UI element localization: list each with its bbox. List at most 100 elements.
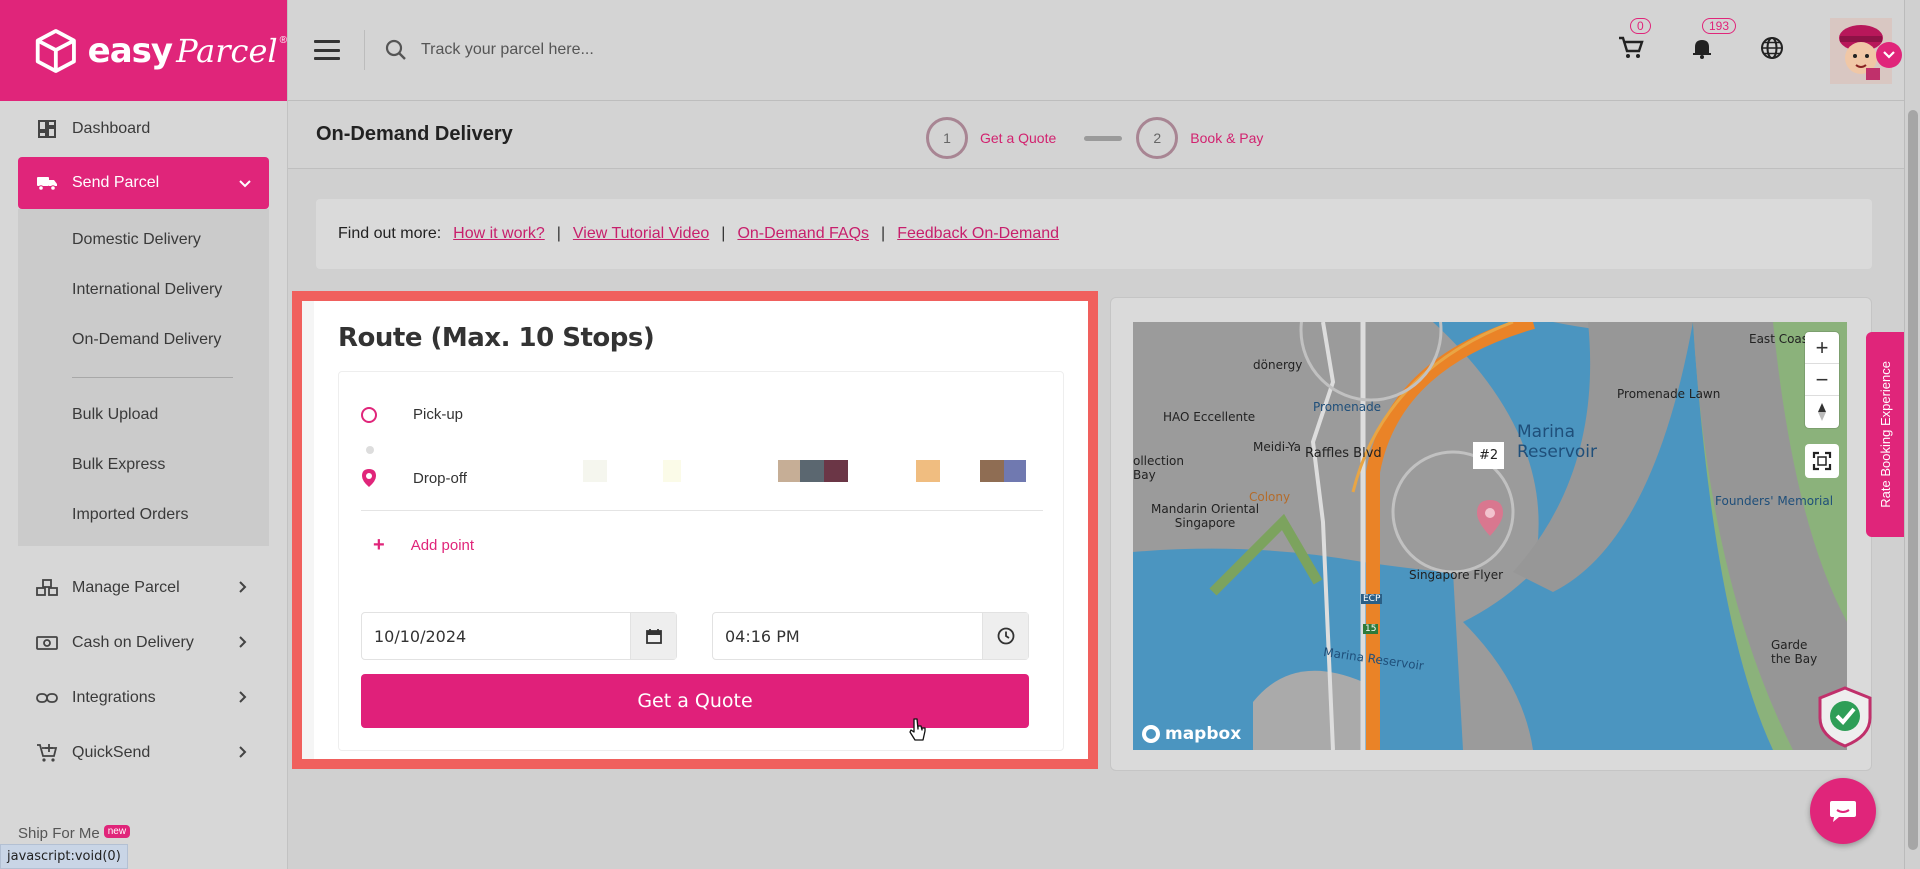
- submenu-item-domestic-delivery[interactable]: Domestic Delivery: [18, 215, 269, 265]
- map-label-donergy: dönergy: [1253, 358, 1303, 372]
- map-destination-pin-icon[interactable]: [1475, 498, 1505, 538]
- sidebar-item-ship-for-me[interactable]: Ship For Me new: [18, 825, 131, 842]
- dropoff-row[interactable]: Drop-off: [361, 468, 467, 488]
- page-scrollbar[interactable]: [1904, 0, 1920, 869]
- cash-icon: [36, 632, 58, 654]
- link-tutorial-video[interactable]: View Tutorial Video: [573, 225, 709, 243]
- globe-icon: [1761, 37, 1783, 59]
- time-input[interactable]: [713, 626, 982, 646]
- scrollbar-thumb[interactable]: [1908, 110, 1918, 850]
- map-zoom-controls: + −: [1805, 332, 1839, 428]
- step-1-label: Get a Quote: [980, 130, 1057, 146]
- send-parcel-submenu: Domestic Delivery International Delivery…: [18, 209, 269, 546]
- route-title: Route (Max. 10 Stops): [338, 323, 655, 353]
- zoom-in-button[interactable]: +: [1805, 332, 1839, 364]
- rate-booking-experience-tab[interactable]: Rate Booking Experience: [1866, 332, 1904, 537]
- fullscreen-button[interactable]: [1805, 444, 1839, 478]
- cart-plus-icon: [36, 742, 58, 764]
- mapbox-attribution[interactable]: mapbox: [1141, 724, 1241, 744]
- cart-icon: [1619, 36, 1644, 58]
- sidebar-item-label: QuickSend: [72, 743, 151, 761]
- map-label-gardens-by-the-bay: Garde the Bay: [1771, 638, 1818, 666]
- date-field[interactable]: [361, 612, 677, 660]
- header-actions: 0 193: [1618, 0, 1904, 101]
- mouse-pointer-icon: [909, 718, 926, 741]
- cube-logo-icon: [35, 28, 76, 73]
- submenu-item-imported-orders[interactable]: Imported Orders: [18, 490, 269, 540]
- route-connector-dot: [366, 446, 374, 454]
- submenu-item-on-demand-delivery[interactable]: On-Demand Delivery: [18, 315, 269, 365]
- sidebar-item-cash-on-delivery[interactable]: Cash on Delivery: [0, 615, 287, 670]
- link-separator: |: [721, 225, 726, 242]
- map-label-founders-memorial: Founders' Memorial: [1715, 494, 1834, 508]
- add-point-button[interactable]: + Add point: [373, 534, 474, 557]
- notifications-button[interactable]: 193: [1690, 18, 1737, 65]
- map-label-collection-bay: ollection Bay: [1133, 454, 1184, 482]
- map-label-marina-reservoir: Marina Reservoir: [1517, 422, 1597, 462]
- sidebar-item-label: Dashboard: [72, 120, 151, 137]
- step-1-circle: 1: [926, 117, 968, 159]
- clock-icon[interactable]: [982, 613, 1028, 659]
- sidebar-item-label: Cash on Delivery: [72, 633, 194, 651]
- sidebar-item-integrations[interactable]: Integrations: [0, 670, 287, 725]
- top-header: 0 193: [288, 0, 1904, 101]
- sidebar-item-send-parcel[interactable]: Send Parcel: [18, 157, 269, 209]
- redacted-swatch: [980, 460, 1004, 482]
- sidebar-item-manage-parcel[interactable]: Manage Parcel: [0, 560, 287, 615]
- step-2-label: Book & Pay: [1190, 130, 1264, 146]
- map-label-route-15: 15: [1363, 624, 1379, 634]
- mapbox-logo-icon: [1142, 725, 1160, 743]
- link-icon: [36, 687, 58, 709]
- compass-button[interactable]: [1805, 396, 1839, 428]
- sidebar-item-dashboard[interactable]: Dashboard: [0, 109, 287, 149]
- redacted-swatch: [663, 460, 681, 482]
- add-point-label: Add point: [410, 537, 475, 554]
- sidebar: easy Parcel ® Dashboard Send Parcel Dome…: [0, 0, 288, 869]
- calendar-icon[interactable]: [630, 613, 676, 659]
- brand-logo[interactable]: easy Parcel ®: [0, 0, 287, 101]
- boxes-icon: [36, 577, 58, 599]
- submenu-divider: [72, 377, 233, 378]
- route-map[interactable]: dönergy Promenade HAO Eccellente Meidi-Y…: [1133, 322, 1847, 750]
- zoom-out-button[interactable]: −: [1805, 364, 1839, 396]
- time-field[interactable]: [712, 612, 1029, 660]
- sidebar-nav: Dashboard Send Parcel Domestic Delivery …: [0, 101, 287, 780]
- track-parcel-input[interactable]: [421, 41, 821, 59]
- fullscreen-icon: [1812, 451, 1832, 471]
- submenu-item-bulk-express[interactable]: Bulk Express: [18, 440, 269, 490]
- date-input[interactable]: [362, 626, 630, 646]
- redacted-swatch: [583, 460, 607, 482]
- submenu-item-international-delivery[interactable]: International Delivery: [18, 265, 269, 315]
- find-out-more-bar: Find out more: How it work? | View Tutor…: [316, 199, 1872, 269]
- user-avatar[interactable]: [1830, 17, 1902, 84]
- brand-registered: ®: [279, 35, 287, 46]
- chat-button[interactable]: [1810, 778, 1876, 844]
- brand-name-bold: easy: [87, 30, 173, 71]
- header-divider: [364, 30, 365, 70]
- sidebar-item-quicksend[interactable]: QuickSend: [0, 725, 287, 780]
- submenu-item-bulk-upload[interactable]: Bulk Upload: [18, 390, 269, 440]
- chevron-right-icon: [239, 690, 247, 706]
- dashboard-icon: [36, 118, 58, 140]
- chevron-right-icon: [239, 745, 247, 761]
- link-how-it-work[interactable]: How it work?: [453, 225, 545, 243]
- redacted-swatch: [1004, 460, 1026, 482]
- link-on-demand-faqs[interactable]: On-Demand FAQs: [737, 225, 869, 243]
- language-button[interactable]: [1760, 36, 1784, 65]
- link-feedback-on-demand[interactable]: Feedback On-Demand: [897, 225, 1059, 243]
- easycover-badge-icon[interactable]: [1812, 684, 1878, 750]
- get-a-quote-button[interactable]: Get a Quote: [361, 674, 1029, 728]
- pickup-row[interactable]: Pick-up: [361, 406, 463, 423]
- step-connector: [1084, 135, 1123, 141]
- chevron-right-icon: [239, 580, 247, 596]
- cart-button[interactable]: 0: [1618, 18, 1651, 65]
- hamburger-menu-icon[interactable]: [314, 40, 340, 60]
- chat-bubble-icon: [1830, 801, 1856, 822]
- route-panel-highlight: Route (Max. 10 Stops) Pick-up Drop-off +…: [292, 291, 1098, 769]
- map-label-east-coast: East Coas: [1749, 332, 1809, 346]
- chevron-right-icon: [239, 635, 247, 651]
- cart-count-badge: 0: [1630, 18, 1651, 34]
- sidebar-item-label: Integrations: [72, 688, 156, 706]
- map-label-ecp: ECP: [1361, 594, 1383, 604]
- avatar-dropdown-icon[interactable]: [1876, 41, 1902, 68]
